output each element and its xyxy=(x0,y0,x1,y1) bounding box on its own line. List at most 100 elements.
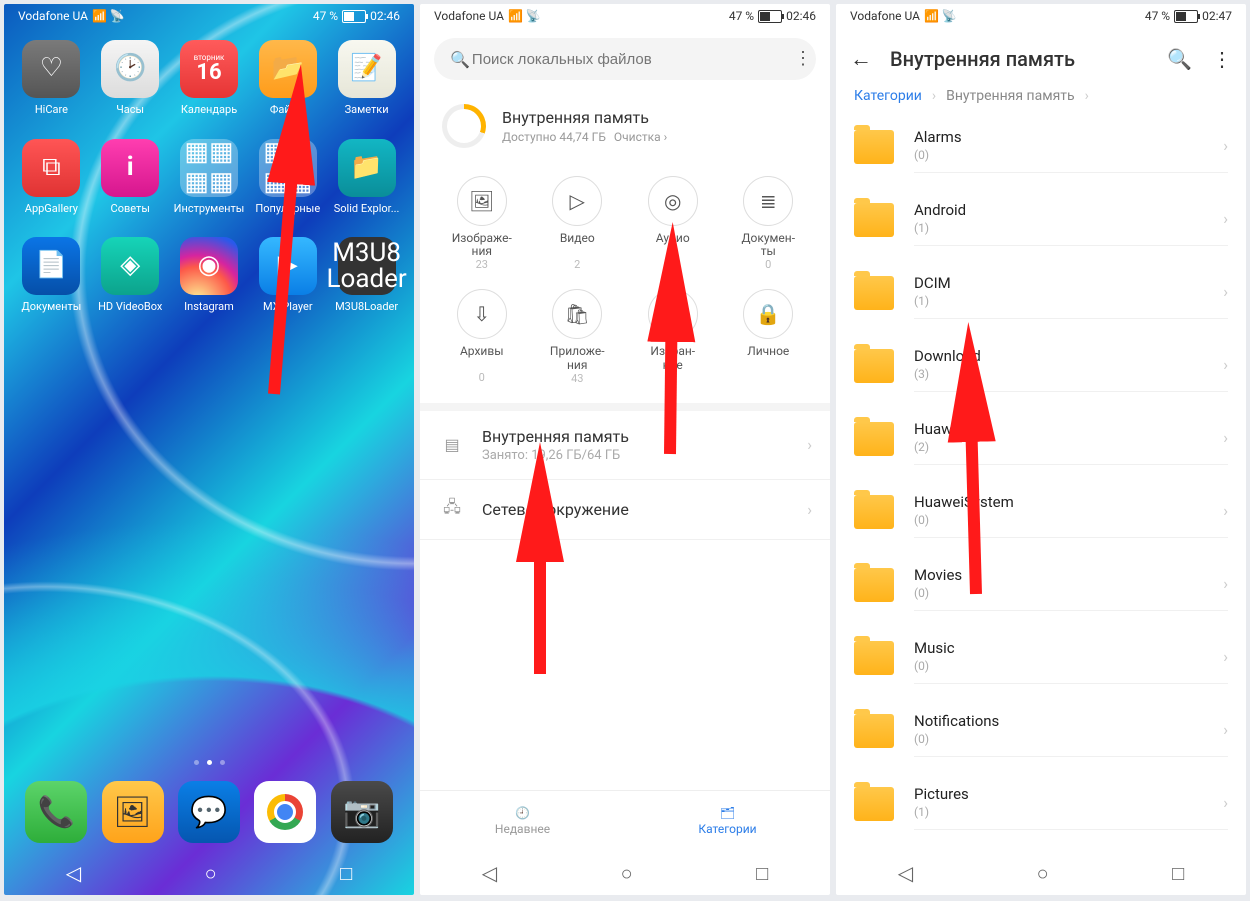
dock-messages[interactable]: 💬 xyxy=(178,781,240,843)
folder-name: Android xyxy=(914,201,966,219)
nav-home[interactable]: ○ xyxy=(205,861,217,886)
chevron-right-icon: › xyxy=(1223,209,1228,228)
folder-name: Download xyxy=(914,347,981,365)
search-input[interactable] xyxy=(470,50,800,69)
battery-icon xyxy=(758,10,782,23)
search-icon[interactable]: 🔍 xyxy=(1167,47,1192,71)
category-icon: ▷ xyxy=(552,176,602,226)
folder-row[interactable]: Music(0)› xyxy=(836,621,1246,694)
folder-icon xyxy=(854,787,894,821)
header: ← Внутренняя память 🔍 ⋮ xyxy=(836,28,1246,78)
folder-row[interactable]: HuaweiSystem(0)› xyxy=(836,475,1246,548)
nav-recent[interactable]: □ xyxy=(756,861,768,886)
home-app-grid: ♡HiCare 🕑Часы вторник16Календарь 📂Файлы … xyxy=(4,40,414,314)
chevron-right-icon: › xyxy=(1223,136,1228,155)
app-notes[interactable]: 📝Заметки xyxy=(327,40,406,117)
folder-count: (2) xyxy=(914,440,964,454)
dock-camera[interactable]: 📷 xyxy=(331,781,393,843)
category-item[interactable]: 🖼 Изображе-ния23 xyxy=(434,176,530,271)
folder-tools[interactable]: ▦▦▦▦Инструменты xyxy=(170,139,249,216)
files-icon: 📂 xyxy=(259,40,317,98)
category-item[interactable]: ▷Видео2 xyxy=(530,176,626,271)
folder-count: (0) xyxy=(914,148,962,162)
folder-icon xyxy=(854,714,894,748)
nav-back[interactable]: ◁ xyxy=(66,861,81,885)
folder-row[interactable]: Alarms (0) › xyxy=(836,110,1246,183)
dock-gallery[interactable]: 🖼 xyxy=(102,781,164,843)
dock-phone[interactable]: 📞 xyxy=(25,781,87,843)
chevron-right-icon: › xyxy=(1223,647,1228,666)
breadcrumb-categories[interactable]: Категории xyxy=(854,88,922,104)
more-menu-icon[interactable]: ⋮ xyxy=(1212,47,1232,71)
folder-count: (1) xyxy=(914,221,966,235)
category-icon: 🖼 xyxy=(457,176,507,226)
nav-bar: ◁ ○ □ xyxy=(4,851,414,895)
app-files[interactable]: 📂Файлы xyxy=(248,40,327,117)
category-item[interactable]: ☆Избран-ное0 xyxy=(625,289,721,384)
app-appgallery[interactable]: ⧉AppGallery xyxy=(12,139,91,216)
category-label: Изображе-ния xyxy=(452,232,512,258)
folder-row[interactable]: Movies(0)› xyxy=(836,548,1246,621)
category-item[interactable]: 🔒Личное xyxy=(721,289,817,384)
category-item[interactable]: ≣Докумен-ты0 xyxy=(721,176,817,271)
category-count: 23 xyxy=(476,258,488,271)
app-solidexplorer[interactable]: 📁Solid Explor... xyxy=(327,139,406,216)
hdv-icon: ◈ xyxy=(101,237,159,295)
app-docs[interactable]: 📄Документы xyxy=(12,237,91,314)
app-m3u8loader[interactable]: M3U8LoaderM3U8Loader xyxy=(327,237,406,314)
row-network[interactable]: 🖧 Сетевое окружение › xyxy=(420,480,830,540)
back-button[interactable]: ← xyxy=(850,46,872,72)
app-hdvideobox[interactable]: ◈HD VideoBox xyxy=(91,237,170,314)
chevron-right-icon: › xyxy=(1223,720,1228,739)
category-label: Аудио xyxy=(656,232,690,258)
category-label: Архивы xyxy=(460,345,504,371)
row-internal-storage[interactable]: ▤ Внутренняя память Занято: 19,26 ГБ/64 … xyxy=(420,411,830,480)
category-item[interactable]: ⇩Архивы0 xyxy=(434,289,530,384)
app-calendar[interactable]: вторник16Календарь xyxy=(170,40,249,117)
nav-recent[interactable]: □ xyxy=(1172,861,1184,886)
folder-row[interactable]: Android (1) › xyxy=(836,183,1246,256)
chevron-right-icon: › xyxy=(1223,501,1228,520)
status-bar: Vodafone UA 📶 📡 47 % 02:46 xyxy=(420,4,830,28)
folder-popular[interactable]: ▦▦▦▦Популярные xyxy=(248,139,327,216)
cleanup-link[interactable]: Очистка xyxy=(614,130,661,144)
folder-row[interactable]: DCIM(1)› xyxy=(836,256,1246,329)
nav-recent[interactable]: □ xyxy=(340,861,352,886)
nav-home[interactable]: ○ xyxy=(1037,861,1049,886)
folder-name: Alarms xyxy=(914,128,962,146)
folder-row[interactable]: Pictures(1)› xyxy=(836,767,1246,840)
category-item[interactable]: ◎ Аудио xyxy=(625,176,721,271)
dock-chrome[interactable] xyxy=(254,781,316,843)
storage-summary[interactable]: Внутренняя память Доступно 44,74 ГБОчист… xyxy=(420,90,830,170)
battery-icon xyxy=(1174,10,1198,23)
row-title: Сетевое окружение xyxy=(482,500,807,519)
category-item[interactable]: 🛍Приложе-ния43 xyxy=(530,289,626,384)
carrier-label: Vodafone UA xyxy=(850,9,920,23)
battery-label: 47 % xyxy=(313,9,338,23)
more-menu-icon[interactable]: ⋮ xyxy=(794,48,812,69)
category-icon: ◎ xyxy=(648,176,698,226)
screenshot-folder-list: Vodafone UA 📶 📡 47 % 02:47 ← Внутренняя … xyxy=(836,4,1246,895)
nav-home[interactable]: ○ xyxy=(621,861,633,886)
nav-back[interactable]: ◁ xyxy=(898,861,913,885)
row-subtitle: Занято: 19,26 ГБ/64 ГБ xyxy=(482,448,807,463)
folder-icon xyxy=(854,130,894,164)
app-tips[interactable]: iСоветы xyxy=(91,139,170,216)
search-bar[interactable]: 🔍 xyxy=(434,38,816,80)
internal-storage-icon: ▤ xyxy=(438,435,466,454)
tab-recent[interactable]: 🕘Недавнее xyxy=(420,791,625,851)
app-instagram[interactable]: ◉Instagram xyxy=(170,237,249,314)
row-title: Внутренняя память xyxy=(482,427,807,446)
app-clock[interactable]: 🕑Часы xyxy=(91,40,170,117)
nav-back[interactable]: ◁ xyxy=(482,861,497,885)
breadcrumb-current: Внутренняя память xyxy=(946,88,1075,104)
tips-icon: i xyxy=(101,139,159,197)
signal-icon: 📶 📡 xyxy=(92,9,125,23)
chevron-right-icon: › xyxy=(807,500,812,519)
folder-row[interactable]: Huawei(2)› xyxy=(836,402,1246,475)
app-mxplayer[interactable]: ▶MX Player xyxy=(248,237,327,314)
folder-row[interactable]: Notifications(0)› xyxy=(836,694,1246,767)
app-hicare[interactable]: ♡HiCare xyxy=(12,40,91,117)
tab-categories[interactable]: 🗂Категории xyxy=(625,791,830,851)
folder-row[interactable]: Download(3)› xyxy=(836,329,1246,402)
